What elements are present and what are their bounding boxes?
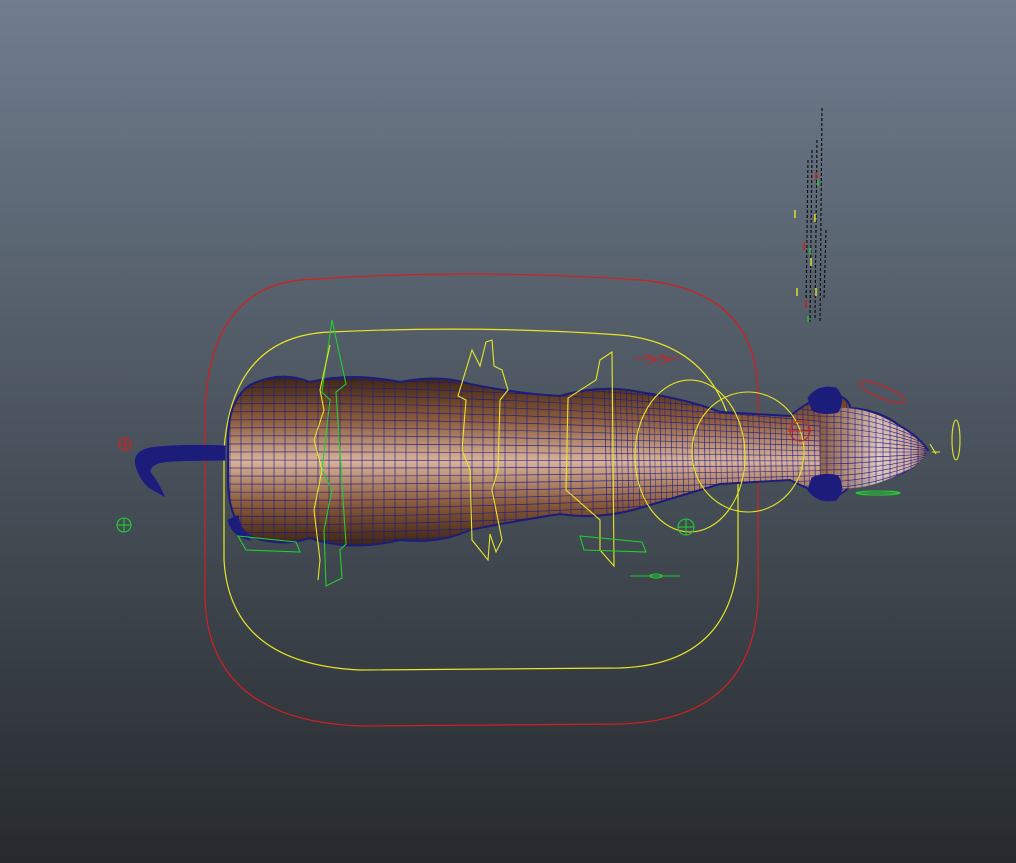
scene-canvas[interactable] bbox=[0, 0, 1016, 863]
3d-viewport[interactable] bbox=[0, 0, 1016, 863]
